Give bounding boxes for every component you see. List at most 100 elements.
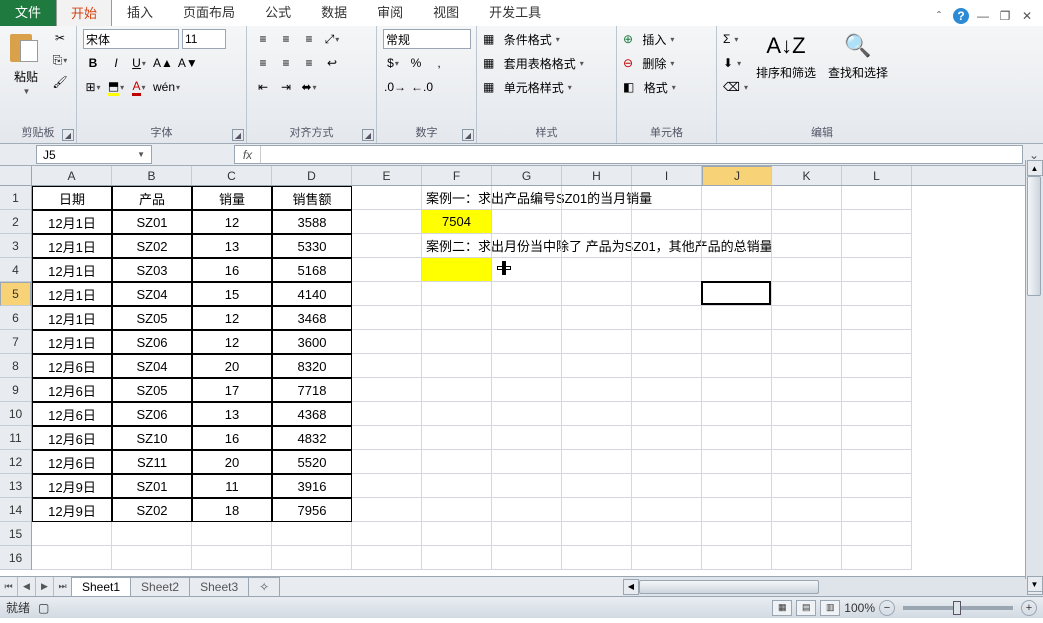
close-icon[interactable]: ✕: [1019, 8, 1035, 24]
cell-K15[interactable]: [772, 522, 842, 546]
cell-D1[interactable]: 销售额: [272, 186, 352, 210]
cell-F7[interactable]: [422, 330, 492, 354]
cell-A1[interactable]: 日期: [32, 186, 112, 210]
cell-B12[interactable]: SZ11: [112, 450, 192, 474]
new-sheet-button[interactable]: ✧: [248, 577, 280, 596]
cut-button[interactable]: ✂: [50, 28, 70, 48]
col-header-G[interactable]: G: [492, 166, 562, 185]
col-header-H[interactable]: H: [562, 166, 632, 185]
cell-G15[interactable]: [492, 522, 562, 546]
format-painter-button[interactable]: 🖌: [50, 72, 70, 92]
tab-view[interactable]: 视图: [418, 0, 474, 26]
cell-A16[interactable]: [32, 546, 112, 570]
row-header-2[interactable]: 2: [0, 210, 31, 234]
cell-H1[interactable]: [562, 186, 632, 210]
cell-G12[interactable]: [492, 450, 562, 474]
delete-cells-button[interactable]: ⊖ 删除▾: [623, 52, 676, 74]
cell-D7[interactable]: 3600: [272, 330, 352, 354]
align-bottom-button[interactable]: ≡: [299, 29, 319, 49]
cell-F12[interactable]: [422, 450, 492, 474]
cell-B8[interactable]: SZ04: [112, 354, 192, 378]
cell-L6[interactable]: [842, 306, 912, 330]
cell-L4[interactable]: [842, 258, 912, 282]
fill-button[interactable]: ⬇▾: [723, 52, 748, 74]
cell-G5[interactable]: [492, 282, 562, 306]
cell-D3[interactable]: 5330: [272, 234, 352, 258]
cell-F3[interactable]: 案例二：求出月份当中除了 产品为SZ01，其他产品的总销量: [422, 234, 492, 258]
cell-G7[interactable]: [492, 330, 562, 354]
cell-J13[interactable]: [702, 474, 772, 498]
copy-button[interactable]: ⎘▾: [50, 50, 70, 70]
cell-K1[interactable]: [772, 186, 842, 210]
cell-L15[interactable]: [842, 522, 912, 546]
cell-L8[interactable]: [842, 354, 912, 378]
col-header-E[interactable]: E: [352, 166, 422, 185]
cell-I13[interactable]: [632, 474, 702, 498]
tab-formulas[interactable]: 公式: [250, 0, 306, 26]
cell-H11[interactable]: [562, 426, 632, 450]
format-as-table-button[interactable]: ▦ 套用表格格式▾: [483, 52, 584, 74]
cell-G6[interactable]: [492, 306, 562, 330]
cell-L11[interactable]: [842, 426, 912, 450]
cell-H15[interactable]: [562, 522, 632, 546]
col-header-I[interactable]: I: [632, 166, 702, 185]
align-left-button[interactable]: ≡: [253, 53, 273, 73]
cell-F14[interactable]: [422, 498, 492, 522]
col-header-C[interactable]: C: [192, 166, 272, 185]
view-pagebreak-button[interactable]: ▥: [820, 600, 840, 616]
font-size-select[interactable]: [182, 29, 226, 49]
cell-A13[interactable]: 12月9日: [32, 474, 112, 498]
cell-H2[interactable]: [562, 210, 632, 234]
cell-K3[interactable]: [772, 234, 842, 258]
cell-styles-button[interactable]: ▦ 单元格样式▾: [483, 76, 584, 98]
cell-E6[interactable]: [352, 306, 422, 330]
cell-E12[interactable]: [352, 450, 422, 474]
cell-C7[interactable]: 12: [192, 330, 272, 354]
cell-A10[interactable]: 12月6日: [32, 402, 112, 426]
cell-F4[interactable]: [422, 258, 492, 282]
row-header-15[interactable]: 15: [0, 522, 31, 546]
paste-button[interactable]: 粘贴 ▼: [6, 28, 46, 98]
horizontal-scrollbar[interactable]: ◀ ▶: [623, 577, 1043, 596]
cell-H7[interactable]: [562, 330, 632, 354]
fx-button[interactable]: fx: [235, 146, 261, 163]
tab-review[interactable]: 审阅: [362, 0, 418, 26]
scroll-left-button[interactable]: ◀: [623, 579, 639, 595]
cell-G4[interactable]: [492, 258, 562, 282]
cell-D6[interactable]: 3468: [272, 306, 352, 330]
cell-I1[interactable]: [632, 186, 702, 210]
cell-G8[interactable]: [492, 354, 562, 378]
cell-C16[interactable]: [192, 546, 272, 570]
cell-B6[interactable]: SZ05: [112, 306, 192, 330]
cell-C14[interactable]: 18: [192, 498, 272, 522]
cell-G9[interactable]: [492, 378, 562, 402]
font-name-select[interactable]: [83, 29, 179, 49]
row-header-6[interactable]: 6: [0, 306, 31, 330]
cell-K8[interactable]: [772, 354, 842, 378]
cell-B7[interactable]: SZ06: [112, 330, 192, 354]
cell-C10[interactable]: 13: [192, 402, 272, 426]
cell-I12[interactable]: [632, 450, 702, 474]
cell-I5[interactable]: [632, 282, 702, 306]
row-header-3[interactable]: 3: [0, 234, 31, 258]
cell-E16[interactable]: [352, 546, 422, 570]
number-format-select[interactable]: [383, 29, 471, 49]
hscroll-thumb[interactable]: [639, 580, 819, 594]
cell-D12[interactable]: 5520: [272, 450, 352, 474]
restore-icon[interactable]: ❐: [997, 8, 1013, 24]
grow-font-button[interactable]: A▲: [152, 53, 174, 73]
cell-I8[interactable]: [632, 354, 702, 378]
cell-C3[interactable]: 13: [192, 234, 272, 258]
cell-B11[interactable]: SZ10: [112, 426, 192, 450]
cell-L3[interactable]: [842, 234, 912, 258]
column-headers[interactable]: ABCDEFGHIJKL: [32, 166, 1043, 186]
cell-L14[interactable]: [842, 498, 912, 522]
autosum-button[interactable]: Σ▾: [723, 28, 748, 50]
scroll-down-button[interactable]: ▼: [1027, 576, 1043, 592]
cell-K11[interactable]: [772, 426, 842, 450]
indent-inc-button[interactable]: ⇥: [276, 77, 296, 97]
spreadsheet-grid[interactable]: 12345678910111213141516 ABCDEFGHIJKL 日期产…: [0, 166, 1043, 576]
cell-J8[interactable]: [702, 354, 772, 378]
col-header-L[interactable]: L: [842, 166, 912, 185]
cell-H6[interactable]: [562, 306, 632, 330]
